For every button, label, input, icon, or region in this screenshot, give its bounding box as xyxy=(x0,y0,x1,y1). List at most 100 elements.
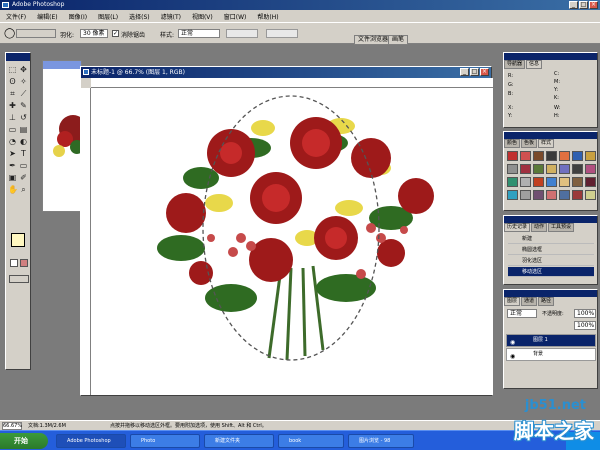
menu-filter[interactable]: 滤镜(T) xyxy=(161,12,181,21)
doc-maximize-icon[interactable]: □ xyxy=(470,68,479,76)
style-swatch[interactable] xyxy=(546,190,557,200)
image-canvas[interactable] xyxy=(91,88,493,395)
history-item-selected[interactable]: 移动选区 xyxy=(508,267,594,277)
pen-tool[interactable]: ✒ xyxy=(8,161,17,170)
start-button[interactable]: 开始 xyxy=(0,433,48,449)
path-select-tool[interactable]: ➤ xyxy=(8,149,17,158)
style-swatch[interactable] xyxy=(559,190,570,200)
style-swatch[interactable] xyxy=(559,164,570,174)
tab-swatches[interactable]: 色板 xyxy=(521,139,538,148)
zoom-level[interactable]: 66.67% xyxy=(2,422,22,430)
history-item[interactable]: 新建 xyxy=(508,234,594,244)
gradient-tool[interactable]: ▤ xyxy=(19,125,28,134)
style-swatch[interactable] xyxy=(572,190,583,200)
opacity-input[interactable]: 100% xyxy=(574,309,596,318)
history-item[interactable]: 羽化选区 xyxy=(508,256,594,266)
style-swatch[interactable] xyxy=(533,164,544,174)
fill-input[interactable]: 100% xyxy=(574,321,596,330)
tab-history[interactable]: 历史记录 xyxy=(504,223,531,232)
standard-mode-icon[interactable] xyxy=(10,259,18,267)
task-photo[interactable]: Photo xyxy=(130,434,200,448)
style-select[interactable]: 正常 xyxy=(178,29,220,38)
task-photoshop[interactable]: Adobe Photoshop xyxy=(56,434,126,448)
close-icon[interactable]: × xyxy=(589,1,598,9)
layer-row[interactable]: ◉ 背景 xyxy=(506,348,596,361)
style-swatch[interactable] xyxy=(585,177,596,187)
dodge-tool[interactable]: ◐ xyxy=(19,137,28,146)
history-item[interactable]: 椭圆选框 xyxy=(508,245,594,255)
hand-tool[interactable]: ✋ xyxy=(8,185,18,194)
minimize-icon[interactable]: _ xyxy=(569,1,578,9)
style-swatch[interactable] xyxy=(572,151,583,161)
tab-paths[interactable]: 路径 xyxy=(538,297,555,306)
shape-tool[interactable]: ▭ xyxy=(19,161,28,170)
style-swatch[interactable] xyxy=(559,177,570,187)
task-folder[interactable]: 新建文件夹 xyxy=(204,434,274,448)
background-document-window[interactable] xyxy=(42,60,87,212)
style-swatch[interactable] xyxy=(507,164,518,174)
menu-help[interactable]: 帮助(H) xyxy=(257,12,278,21)
tab-actions[interactable]: 动作 xyxy=(531,223,548,232)
feather-input[interactable]: 30 像素 xyxy=(80,29,108,38)
menu-edit[interactable]: 编辑(E) xyxy=(37,12,57,21)
menu-window[interactable]: 窗口(W) xyxy=(224,12,247,21)
selection-mode-buttons[interactable] xyxy=(16,29,56,38)
style-swatch[interactable] xyxy=(507,190,518,200)
notes-tool[interactable]: ▣ xyxy=(8,173,17,182)
marquee-tool[interactable]: ⬚ xyxy=(8,65,17,74)
lasso-tool[interactable]: ʘ xyxy=(8,77,17,86)
eye-icon[interactable]: ◉ xyxy=(510,351,515,362)
maximize-icon[interactable]: □ xyxy=(579,1,588,9)
crop-tool[interactable]: ⌗ xyxy=(8,89,17,98)
tab-channels[interactable]: 通道 xyxy=(521,297,538,306)
style-swatch[interactable] xyxy=(520,151,531,161)
slice-tool[interactable]: ⟋ xyxy=(19,89,28,98)
history-brush-tool[interactable]: ↺ xyxy=(19,113,28,122)
style-swatch[interactable] xyxy=(546,151,557,161)
style-swatch[interactable] xyxy=(520,164,531,174)
tab-color[interactable]: 颜色 xyxy=(504,139,521,148)
width-input[interactable] xyxy=(226,29,258,38)
tab-tool-presets[interactable]: 工具预设 xyxy=(548,223,575,232)
move-tool[interactable]: ✥ xyxy=(19,65,28,74)
menu-select[interactable]: 选择(S) xyxy=(129,12,150,21)
style-swatch[interactable] xyxy=(585,151,596,161)
zoom-tool[interactable]: ⌕ xyxy=(19,185,28,194)
tab-navigator[interactable]: 导航器 xyxy=(504,60,526,69)
brush-tool[interactable]: ✎ xyxy=(19,101,28,110)
menu-layer[interactable]: 图层(L) xyxy=(98,12,118,21)
eye-icon[interactable]: ◉ xyxy=(510,337,515,348)
brushes-tab[interactable]: 画笔 xyxy=(388,35,409,45)
document-window[interactable]: 未标题-1 @ 66.7% (图层 1, RGB) _ □ × xyxy=(80,66,493,396)
style-swatch[interactable] xyxy=(585,190,596,200)
style-swatch[interactable] xyxy=(572,177,583,187)
magic-wand-tool[interactable]: ✧ xyxy=(19,77,28,86)
menu-image[interactable]: 图像(I) xyxy=(69,12,87,21)
style-swatch[interactable] xyxy=(585,164,596,174)
style-swatch[interactable] xyxy=(507,151,518,161)
style-swatch[interactable] xyxy=(520,190,531,200)
blend-mode-select[interactable]: 正常 xyxy=(507,309,537,318)
doc-minimize-icon[interactable]: _ xyxy=(460,68,469,76)
task-book[interactable]: book xyxy=(278,434,344,448)
style-swatch[interactable] xyxy=(533,190,544,200)
file-browser-tab[interactable]: 文件浏览器 xyxy=(354,35,393,45)
screen-mode-icon[interactable] xyxy=(9,275,29,283)
style-swatch[interactable] xyxy=(546,164,557,174)
antialias-checkbox[interactable]: ✓ xyxy=(112,30,119,37)
marquee-tool-icon[interactable]: ◯ xyxy=(4,28,15,39)
blur-tool[interactable]: ◔ xyxy=(8,137,17,146)
layer-row-selected[interactable]: ◉ 图层 1 xyxy=(506,334,596,347)
task-image-viewer[interactable]: 图片浏览 - 98 xyxy=(348,434,414,448)
menu-view[interactable]: 视图(V) xyxy=(192,12,213,21)
style-swatch[interactable] xyxy=(520,177,531,187)
style-swatch[interactable] xyxy=(559,151,570,161)
eraser-tool[interactable]: ▭ xyxy=(8,125,17,134)
doc-close-icon[interactable]: × xyxy=(480,68,489,76)
style-swatch[interactable] xyxy=(572,164,583,174)
healing-tool[interactable]: ✚ xyxy=(8,101,17,110)
stamp-tool[interactable]: ⊥ xyxy=(8,113,17,122)
eyedropper-tool[interactable]: ✐ xyxy=(19,173,28,182)
tab-styles[interactable]: 样式 xyxy=(538,139,555,148)
type-tool[interactable]: T xyxy=(19,149,28,158)
